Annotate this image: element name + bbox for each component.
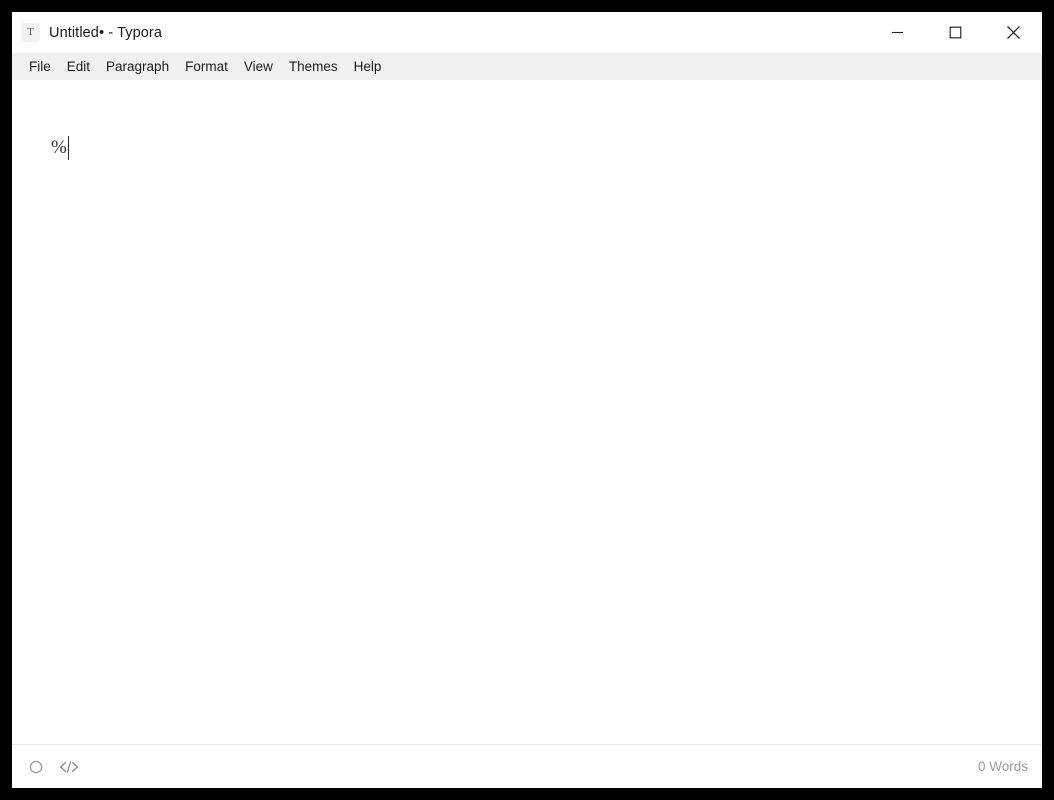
close-icon — [1006, 26, 1020, 39]
close-button[interactable] — [984, 12, 1042, 53]
status-bar-left — [21, 760, 79, 774]
title-bar-left: T Untitled• - Typora — [12, 23, 162, 42]
status-bar: 0 Words — [12, 744, 1042, 788]
circle-icon[interactable] — [29, 760, 43, 774]
menu-item-file[interactable]: File — [21, 53, 59, 80]
window-controls — [868, 12, 1042, 53]
menu-item-view[interactable]: View — [236, 53, 281, 80]
desktop-background: T Untitled• - Typora File Edit Paragraph… — [0, 0, 1054, 800]
window-title: Untitled• - Typora — [49, 24, 162, 41]
title-bar[interactable]: T Untitled• - Typora — [12, 12, 1042, 53]
menu-item-format[interactable]: Format — [177, 53, 236, 80]
maximize-button[interactable] — [926, 12, 984, 53]
document-text: % — [51, 137, 67, 158]
menu-item-help[interactable]: Help — [346, 53, 390, 80]
menu-item-themes[interactable]: Themes — [281, 53, 346, 80]
text-caret — [67, 136, 70, 160]
app-icon: T — [21, 23, 40, 42]
word-count-label[interactable]: 0 Words — [978, 759, 1028, 774]
source-code-icon[interactable] — [59, 760, 79, 774]
document-paragraph[interactable]: % — [51, 135, 70, 161]
menu-item-edit[interactable]: Edit — [59, 53, 98, 80]
editor-area[interactable]: % — [12, 80, 1042, 744]
menu-bar: File Edit Paragraph Format View Themes H… — [12, 53, 1042, 80]
document-body[interactable]: % — [12, 80, 1042, 161]
typora-window: T Untitled• - Typora File Edit Paragraph… — [12, 12, 1042, 788]
menu-item-paragraph[interactable]: Paragraph — [98, 53, 177, 80]
minimize-icon — [891, 31, 903, 34]
maximize-icon — [949, 26, 961, 39]
minimize-button[interactable] — [868, 12, 926, 53]
